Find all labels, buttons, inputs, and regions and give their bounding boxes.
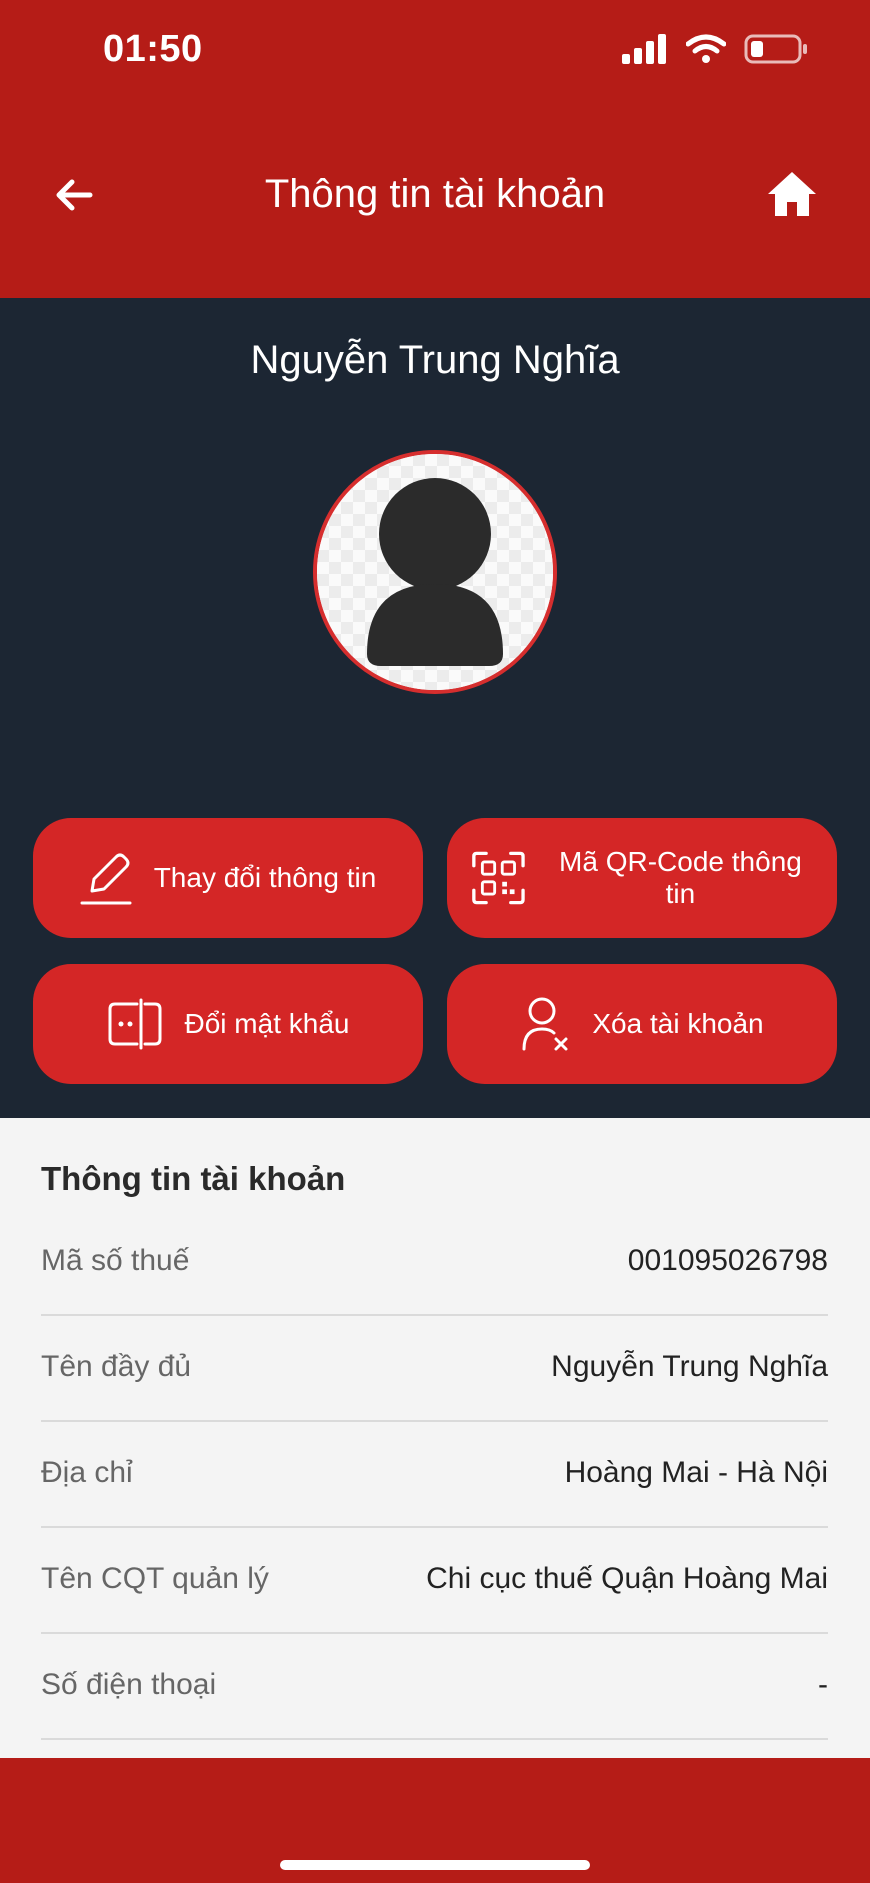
info-row-phone: Số điện thoại - — [41, 1634, 828, 1740]
delete-account-label: Xóa tài khoản — [592, 1007, 764, 1039]
qr-code-button[interactable]: Mã QR-Code thông tin — [447, 818, 837, 938]
change-password-button[interactable]: Đổi mật khẩu — [33, 964, 423, 1084]
change-password-label: Đổi mật khẩu — [184, 1007, 350, 1039]
status-icons — [622, 34, 808, 64]
user-placeholder-icon — [317, 454, 553, 690]
page-title: Thông tin tài khoản — [264, 172, 606, 216]
home-icon[interactable] — [766, 168, 818, 220]
battery-icon — [744, 34, 807, 64]
app-header: Thông tin tài khoản — [0, 110, 870, 298]
avatar[interactable] — [313, 450, 557, 694]
home-indicator[interactable] — [280, 1860, 590, 1870]
footer-bar — [0, 1758, 870, 1883]
info-row-full-name: Tên đầy đủ Nguyễn Trung Nghĩa — [41, 1316, 828, 1422]
info-key: Tên đầy đủ — [41, 1350, 192, 1383]
info-value: - — [818, 1668, 828, 1701]
password-icon — [108, 998, 162, 1050]
info-key: Tên CQT quản lý — [41, 1562, 269, 1595]
remove-user-icon — [522, 997, 568, 1051]
wifi-icon — [686, 34, 726, 63]
info-row-tax-authority: Tên CQT quản lý Chi cục thuế Quận Hoàng … — [41, 1528, 828, 1634]
info-row-address: Địa chỉ Hoàng Mai - Hà Nội — [41, 1422, 828, 1528]
qr-code-icon — [472, 851, 525, 905]
info-key: Số điện thoại — [41, 1668, 217, 1701]
info-value: Nguyễn Trung Nghĩa — [551, 1350, 828, 1383]
info-value: Chi cục thuế Quận Hoàng Mai — [426, 1562, 828, 1595]
delete-account-button[interactable]: Xóa tài khoản — [447, 964, 837, 1084]
status-time: 01:50 — [103, 28, 203, 70]
info-value: 001095026798 — [627, 1244, 828, 1277]
info-value: Hoàng Mai - Hà Nội — [564, 1456, 828, 1489]
edit-info-button[interactable]: Thay đổi thông tin — [33, 818, 423, 938]
account-info-title: Thông tin tài khoản — [41, 1160, 346, 1197]
profile-section: Nguyễn Trung Nghĩa Thay đổi thông tin Mã… — [0, 298, 870, 1118]
signal-icon — [622, 34, 666, 64]
edit-info-label: Thay đổi thông tin — [153, 861, 377, 893]
info-row-tax-code: Mã số thuế 001095026798 — [41, 1210, 828, 1316]
profile-name: Nguyễn Trung Nghĩa — [250, 338, 620, 382]
info-key: Địa chỉ — [41, 1456, 133, 1489]
info-key: Mã số thuế — [41, 1244, 190, 1277]
edit-pen-icon — [80, 853, 132, 905]
qr-code-label: Mã QR-Code thông tin — [559, 845, 802, 909]
account-info-section: Thông tin tài khoản Mã số thuế 001095026… — [0, 1118, 870, 1758]
status-bar: 01:50 — [0, 0, 870, 110]
